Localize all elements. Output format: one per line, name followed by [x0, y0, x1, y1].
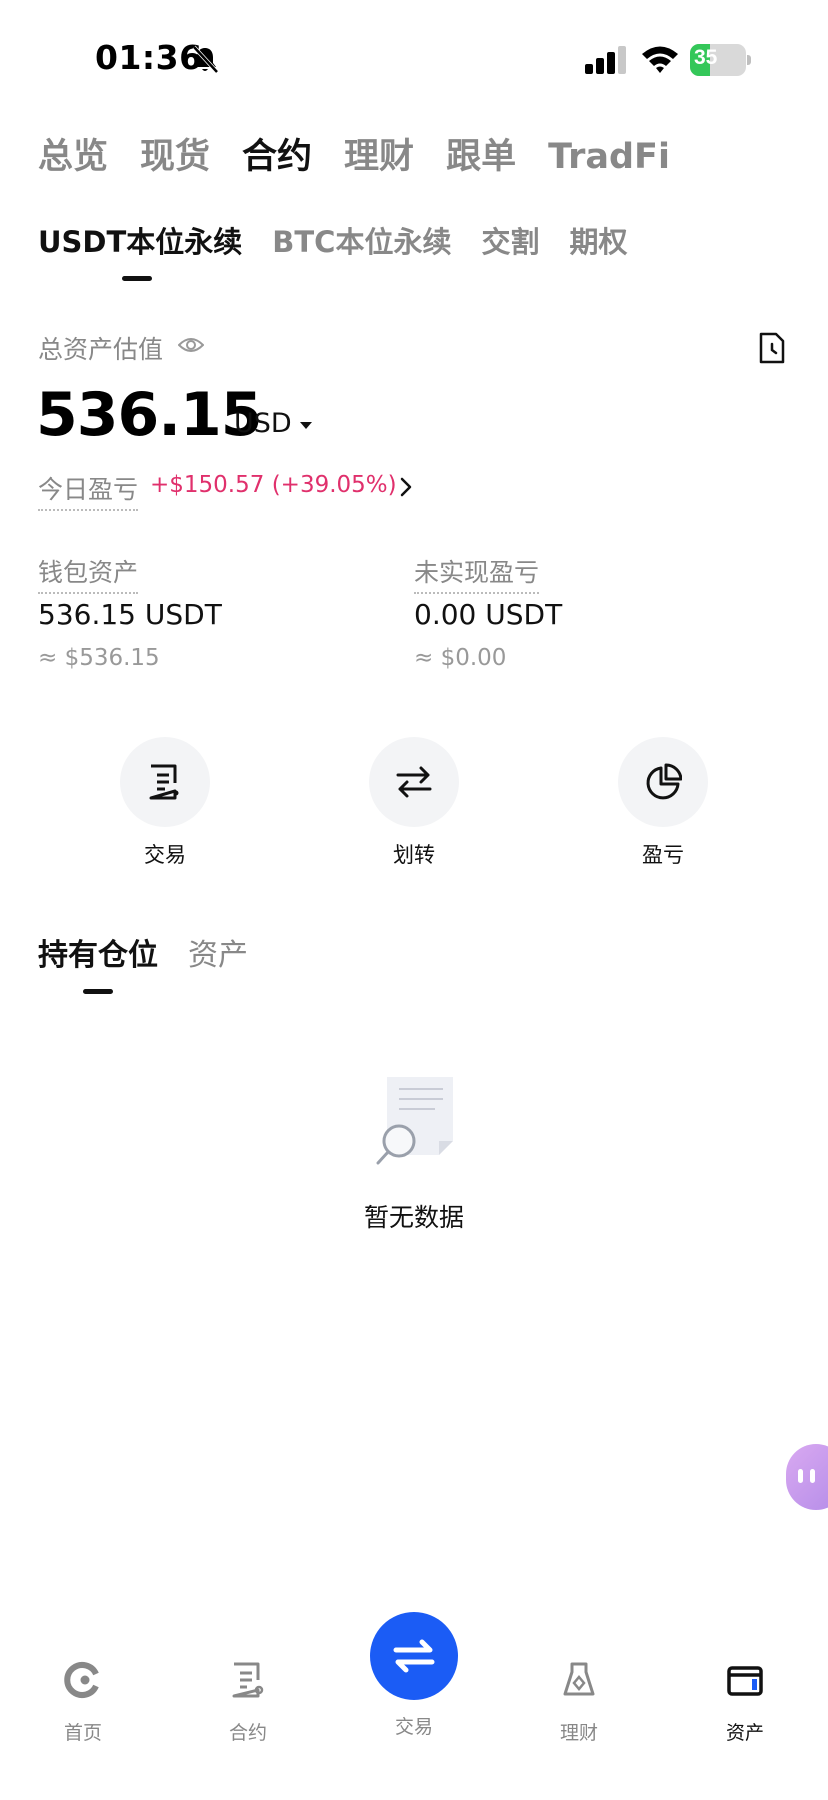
nav-assets[interactable]: 资产	[700, 1660, 790, 1745]
unrealized-pnl-value: 0.00 USDT	[414, 598, 563, 631]
pnl-action-label: 盈亏	[642, 843, 684, 867]
sub-tabs: USDT本位永续 BTC本位永续 交割 期权	[38, 220, 658, 264]
pie-chart-icon	[646, 763, 682, 800]
battery-icon: 35	[690, 44, 752, 76]
currency-selector[interactable]: USD	[234, 408, 292, 439]
trade-fab-button[interactable]	[370, 1612, 458, 1700]
finance-icon	[563, 1662, 595, 1696]
order-icon	[149, 764, 179, 800]
bell-muted-icon	[192, 45, 219, 74]
empty-state-text: 暂无数据	[363, 1203, 464, 1232]
tab-finance[interactable]: 理财	[344, 132, 414, 182]
status-bar: 01:36 35	[0, 0, 828, 110]
contract-icon	[232, 1662, 264, 1698]
nav-trade-label[interactable]: 交易	[370, 1712, 458, 1739]
wifi-icon	[642, 46, 678, 73]
position-tab-indicator	[83, 989, 113, 994]
nav-finance-label: 理财	[559, 1722, 598, 1744]
battery-level: 35	[694, 46, 718, 69]
status-time: 01:36	[95, 38, 203, 77]
history-icon[interactable]	[758, 332, 786, 364]
caret-down-icon[interactable]	[300, 422, 312, 429]
tab-copy-trading[interactable]: 跟单	[446, 132, 516, 182]
transfer-action-button[interactable]: 划转	[369, 737, 459, 869]
unrealized-pnl-approx: ≈ $0.00	[414, 645, 507, 671]
tab-positions[interactable]: 持有仓位	[38, 934, 158, 978]
trade-action-button[interactable]: 交易	[120, 737, 210, 869]
total-asset-value: 536.15	[36, 380, 263, 450]
nav-home[interactable]: 首页	[38, 1660, 128, 1745]
tab-spot[interactable]: 现货	[140, 132, 210, 182]
total-asset-label: 总资产估值	[38, 335, 164, 364]
today-pnl-value[interactable]: +$150.57 (+39.05%)	[150, 472, 397, 498]
chevron-right-icon[interactable]	[398, 476, 414, 498]
transfer-icon	[396, 766, 432, 798]
tab-assets[interactable]: 资产	[188, 934, 248, 978]
nav-assets-label: 资产	[725, 1722, 764, 1744]
tab-tradfi[interactable]: TradFi	[548, 132, 670, 182]
assistant-icon	[798, 1469, 815, 1483]
tab-contract[interactable]: 合约	[242, 132, 312, 182]
nav-contract[interactable]: 合约	[203, 1660, 293, 1745]
unrealized-pnl-label[interactable]: 未实现盈亏	[414, 553, 540, 594]
subtab-delivery[interactable]: 交割	[481, 220, 539, 264]
nav-finance[interactable]: 理财	[534, 1660, 624, 1745]
top-tabs: 总览 现货 合约 理财 跟单 TradFi	[38, 132, 702, 182]
nav-contract-label: 合约	[228, 1722, 267, 1744]
today-pnl-label[interactable]: 今日盈亏	[38, 470, 139, 511]
transfer-action-label: 划转	[393, 843, 435, 867]
wallet-asset-label[interactable]: 钱包资产	[38, 553, 139, 594]
wallet-asset-approx: ≈ $536.15	[38, 645, 160, 671]
swap-icon	[393, 1639, 435, 1673]
subtab-active-indicator	[122, 276, 152, 281]
empty-document-icon	[376, 1077, 453, 1165]
signal-icon	[585, 46, 626, 74]
subtab-options[interactable]: 期权	[569, 220, 627, 264]
subtab-usdt-perpetual[interactable]: USDT本位永续	[38, 220, 242, 264]
home-icon	[64, 1662, 99, 1698]
subtab-btc-perpetual[interactable]: BTC本位永续	[272, 220, 451, 264]
tab-overview[interactable]: 总览	[38, 132, 108, 182]
nav-home-label: 首页	[63, 1722, 102, 1744]
wallet-asset-value: 536.15 USDT	[38, 598, 222, 631]
pnl-action-button[interactable]: 盈亏	[618, 737, 708, 869]
trade-action-label: 交易	[144, 843, 186, 867]
wallet-icon	[727, 1666, 763, 1696]
floating-assistant-button[interactable]	[786, 1444, 828, 1510]
eye-icon[interactable]	[178, 334, 204, 356]
